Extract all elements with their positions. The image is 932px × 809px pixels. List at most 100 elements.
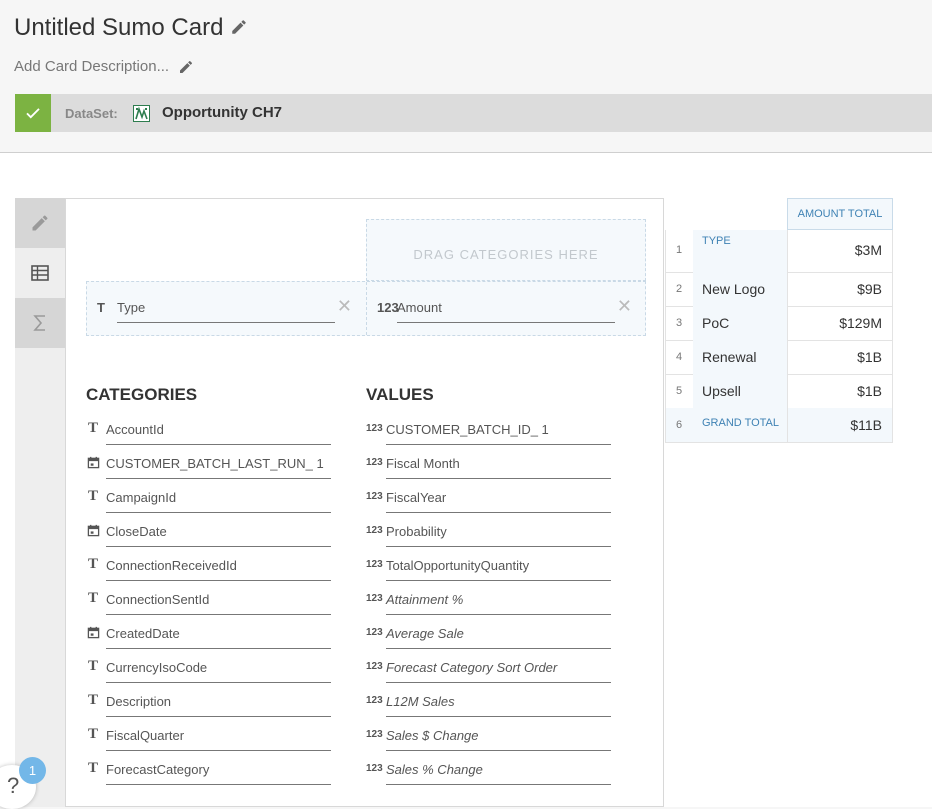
field-underline xyxy=(386,750,611,751)
values-list: 123 CUSTOMER_BATCH_ID_ 1 123 Fiscal Month 12… xyxy=(366,419,611,793)
calendar-icon xyxy=(86,626,100,642)
field-label: Average Sale xyxy=(386,626,464,641)
row-category: Renewal xyxy=(693,340,787,374)
close-icon[interactable]: ✕ xyxy=(337,296,352,317)
number-type-icon: 123 xyxy=(366,593,383,604)
drop-zone-text: DRAG CATEGORIES HERE xyxy=(413,247,599,262)
field-underline xyxy=(106,682,331,683)
builder-toolbar xyxy=(15,198,65,807)
table-column-header[interactable]: AMOUNT TOTAL xyxy=(787,198,893,230)
field-underline xyxy=(106,614,331,615)
number-type-icon: 123 xyxy=(366,763,383,774)
dataset-bar: DataSet: Opportunity CH7 xyxy=(15,94,932,132)
category-item[interactable]: CUSTOMER_BATCH_LAST_RUN_ 1 xyxy=(86,453,331,487)
value-item[interactable]: 123 Attainment % xyxy=(366,589,611,623)
category-item[interactable]: T CurrencyIsoCode xyxy=(86,657,331,691)
category-item[interactable]: T ConnectionSentId xyxy=(86,589,331,623)
divider xyxy=(0,152,932,153)
number-type-icon: 123 xyxy=(366,491,383,502)
category-item[interactable]: T AccountId xyxy=(86,419,331,453)
value-item[interactable]: 123 FiscalYear xyxy=(366,487,611,521)
close-icon[interactable]: ✕ xyxy=(617,296,632,317)
value-item[interactable]: 123 CUSTOMER_BATCH_ID_ 1 xyxy=(366,419,611,453)
number-type-icon: 123 xyxy=(366,627,383,638)
field-underline xyxy=(106,716,331,717)
categories-heading: CATEGORIES xyxy=(86,385,198,404)
field-underline xyxy=(106,546,331,547)
field-label: Description xyxy=(106,694,172,709)
card-title[interactable]: Untitled Sumo Card xyxy=(14,14,223,42)
row-number: 3 xyxy=(675,317,683,329)
card-description[interactable]: Add Card Description... xyxy=(14,58,169,75)
field-label: Probability xyxy=(386,524,447,539)
number-type-icon: 123 xyxy=(366,695,383,706)
table-border xyxy=(787,230,893,442)
category-item[interactable]: T CampaignId xyxy=(86,487,331,521)
categories-list: T AccountId CUSTOMER_BATCH_LAST_RUN_ 1 T Cam… xyxy=(86,419,331,793)
row-category: TYPE xyxy=(693,230,787,272)
text-type-icon: T xyxy=(87,760,98,776)
field-underline xyxy=(386,716,611,717)
edit-tool-button[interactable] xyxy=(15,198,65,248)
row-field-underline xyxy=(117,322,335,323)
builder-panel: DRAG CATEGORIES HERE T Type ✕ 123 Amount… xyxy=(65,198,664,807)
value-item[interactable]: 123 Sales $ Change xyxy=(366,725,611,759)
field-underline xyxy=(106,750,331,751)
field-label: Forecast Category Sort Order xyxy=(386,660,558,675)
field-underline xyxy=(386,682,611,683)
value-item[interactable]: 123 Average Sale xyxy=(366,623,611,657)
row-category: GRAND TOTAL xyxy=(693,408,787,442)
field-underline xyxy=(386,614,611,615)
dataset-label: DataSet: xyxy=(65,106,118,121)
row-number: 2 xyxy=(675,283,683,295)
field-label: CurrencyIsoCode xyxy=(106,660,208,675)
field-label: FiscalYear xyxy=(386,490,447,505)
field-underline xyxy=(386,512,611,513)
category-item[interactable]: CloseDate xyxy=(86,521,331,555)
field-underline xyxy=(106,444,331,445)
value-item[interactable]: 123 TotalOpportunityQuantity xyxy=(366,555,611,589)
number-type-icon: 123 xyxy=(366,661,383,672)
field-label: ConnectionReceivedId xyxy=(106,558,237,573)
category-item[interactable]: CreatedDate xyxy=(86,623,331,657)
field-underline xyxy=(106,512,331,513)
dataset-name[interactable]: Opportunity CH7 xyxy=(162,104,282,121)
value-field-label: Amount xyxy=(397,300,442,315)
category-item[interactable]: T ForecastCategory xyxy=(86,759,331,793)
pencil-icon[interactable] xyxy=(178,59,194,75)
value-item[interactable]: 123 Fiscal Month xyxy=(366,453,611,487)
sigma-icon xyxy=(33,315,45,331)
notification-badge[interactable]: 1 xyxy=(19,757,46,784)
text-type-icon: T xyxy=(97,300,105,315)
value-field-underline xyxy=(397,322,615,323)
number-type-icon: 123 xyxy=(366,559,383,570)
field-row: T Type ✕ 123 Amount ✕ xyxy=(86,281,646,336)
field-label: CreatedDate xyxy=(106,626,180,641)
row-field-label: Type xyxy=(117,300,146,315)
value-field-pill[interactable]: 123 Amount ✕ xyxy=(367,282,646,335)
row-number: 1 xyxy=(675,244,683,256)
field-underline xyxy=(106,580,331,581)
row-category: New Logo xyxy=(693,272,787,306)
table-tool-button[interactable] xyxy=(15,248,65,298)
value-item[interactable]: 123 Sales % Change xyxy=(366,759,611,793)
values-heading: VALUES xyxy=(366,385,434,404)
value-item[interactable]: 123 Probability xyxy=(366,521,611,555)
field-underline xyxy=(386,580,611,581)
category-drop-zone[interactable]: DRAG CATEGORIES HERE xyxy=(366,219,646,281)
field-label: ConnectionSentId xyxy=(106,592,210,607)
pencil-icon[interactable] xyxy=(230,18,248,36)
field-label: Fiscal Month xyxy=(386,456,460,471)
row-field-pill[interactable]: T Type ✕ xyxy=(87,282,366,335)
field-label: Attainment % xyxy=(386,592,464,607)
category-item[interactable]: T FiscalQuarter xyxy=(86,725,331,759)
sum-tool-button[interactable] xyxy=(15,298,65,348)
value-item[interactable]: 123 L12M Sales xyxy=(366,691,611,725)
category-item[interactable]: T ConnectionReceivedId xyxy=(86,555,331,589)
field-underline xyxy=(386,784,611,785)
field-label: L12M Sales xyxy=(386,694,455,709)
number-type-icon: 123 xyxy=(366,525,383,536)
value-item[interactable]: 123 Forecast Category Sort Order xyxy=(366,657,611,691)
category-item[interactable]: T Description xyxy=(86,691,331,725)
field-underline xyxy=(386,546,611,547)
